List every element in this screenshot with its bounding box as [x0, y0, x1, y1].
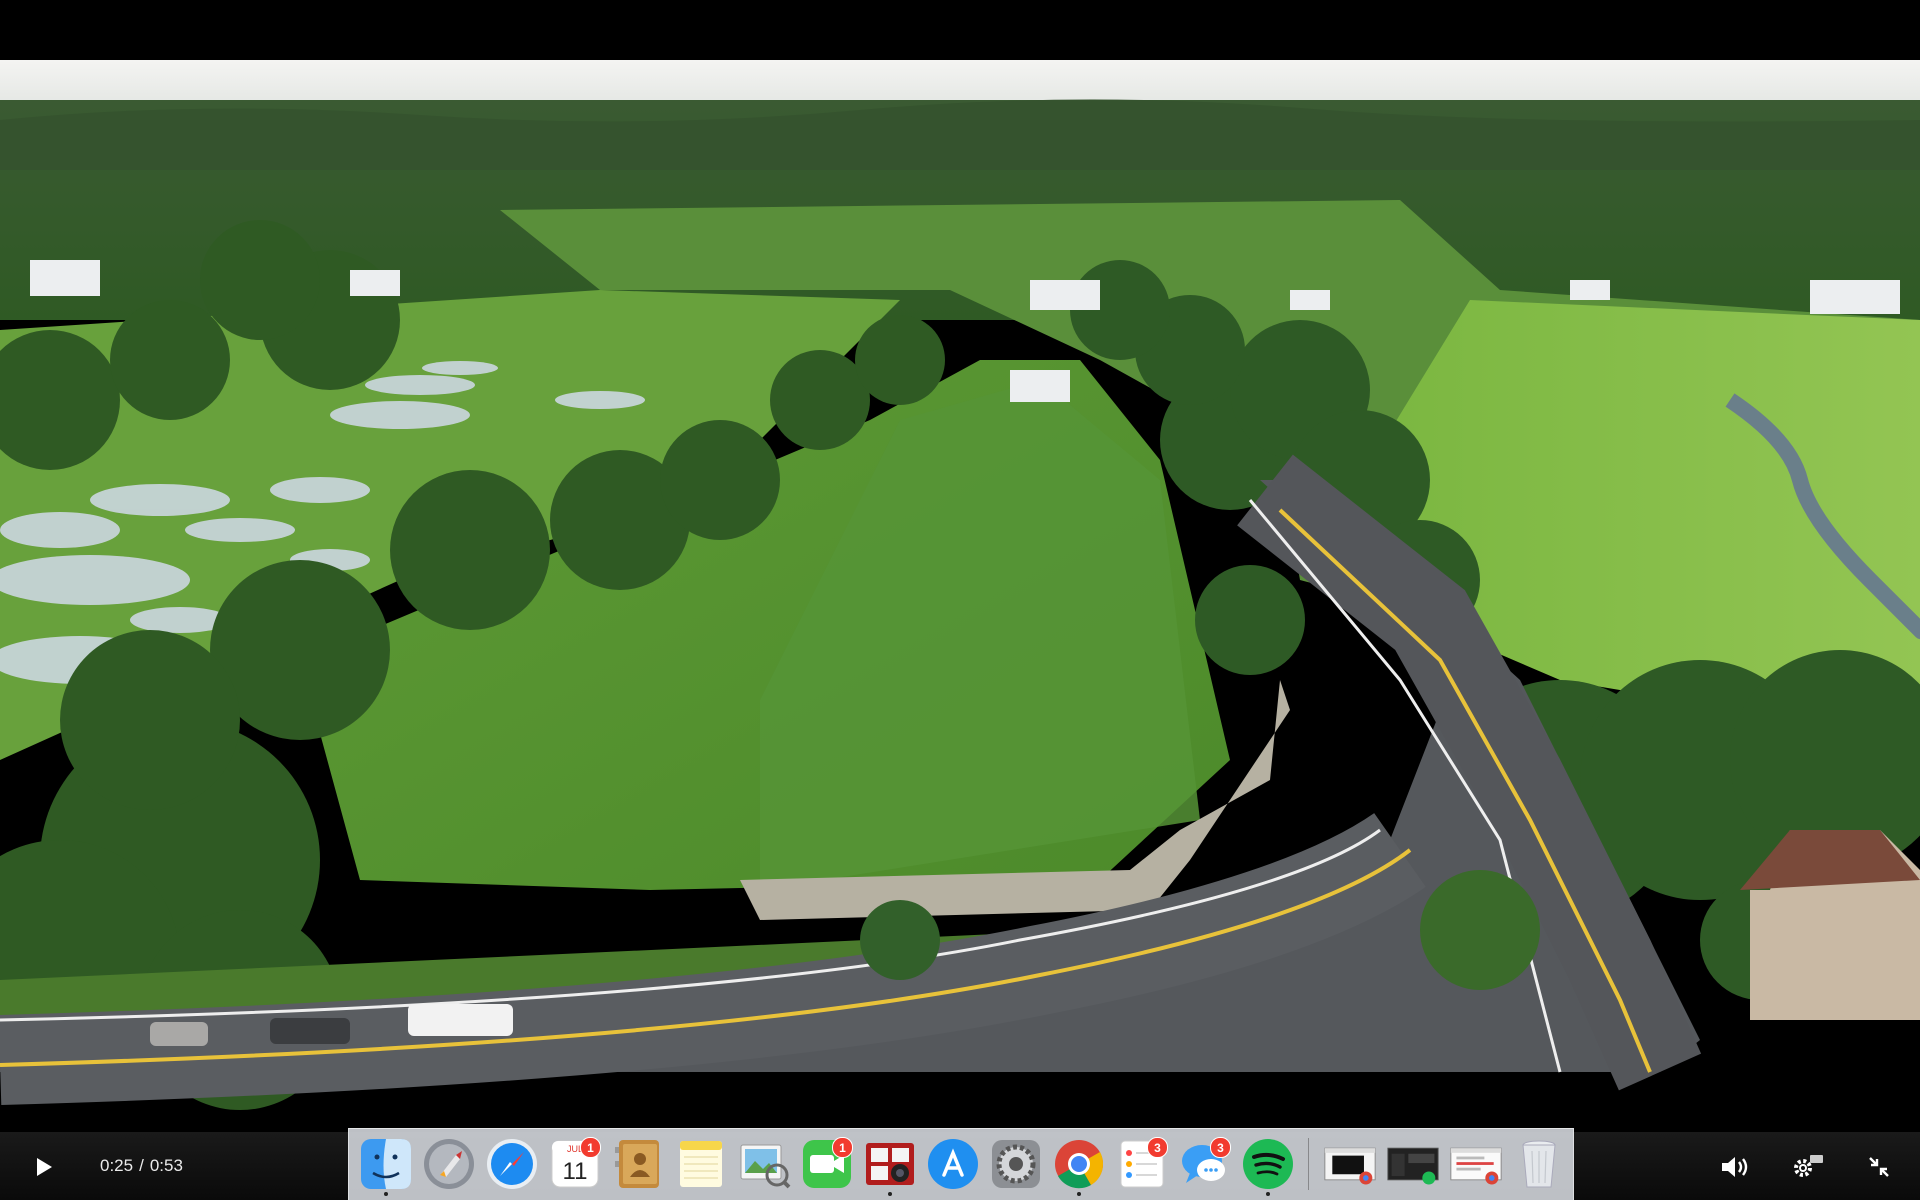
- screen: 0:25 / 0:53 JUL 11 1 1 3 3: [0, 0, 1920, 1200]
- dock-separator: [1308, 1138, 1309, 1190]
- running-indicator: [887, 1192, 892, 1196]
- dock-reminders[interactable]: 3: [1113, 1135, 1170, 1193]
- running-indicator: [1265, 1192, 1270, 1196]
- video-frame[interactable]: [0, 60, 1920, 1132]
- gear-icon: [991, 1140, 1040, 1188]
- dock-contacts[interactable]: [609, 1135, 666, 1193]
- volume-button[interactable]: [1718, 1150, 1752, 1184]
- running-indicator: [383, 1192, 388, 1196]
- duration: 0:53: [149, 1156, 183, 1175]
- trash-icon: [1521, 1140, 1556, 1188]
- dock-finder[interactable]: [357, 1135, 414, 1196]
- dock-photo-booth[interactable]: [861, 1135, 918, 1196]
- safari-icon: [486, 1139, 537, 1189]
- dock-chrome[interactable]: [1050, 1135, 1107, 1196]
- photo-booth-icon: [865, 1143, 914, 1185]
- current-time: 0:25: [100, 1156, 134, 1175]
- messages-badge: 3: [1210, 1137, 1231, 1158]
- dock-facetime[interactable]: 1: [798, 1135, 855, 1193]
- dock-minimized-spotify-window[interactable]: [1384, 1135, 1441, 1193]
- dock-messages[interactable]: 3: [1176, 1135, 1233, 1193]
- running-indicator: [1076, 1192, 1081, 1196]
- dock-spotify[interactable]: [1239, 1135, 1296, 1196]
- notes-icon: [679, 1141, 722, 1187]
- app-store-icon: [927, 1139, 978, 1189]
- contacts-icon: [614, 1140, 659, 1188]
- spotify-icon: [1242, 1139, 1293, 1189]
- dock-app-store[interactable]: [924, 1135, 981, 1193]
- dock-safari[interactable]: [483, 1135, 540, 1193]
- play-icon: [37, 1158, 52, 1176]
- facetime-badge: 1: [832, 1137, 853, 1158]
- calendar-badge: 1: [580, 1137, 601, 1158]
- finder-icon: [360, 1139, 411, 1189]
- chrome-icon: [1054, 1140, 1103, 1189]
- dock-preview[interactable]: [735, 1135, 792, 1193]
- right-controls: [1718, 1150, 1896, 1184]
- dock: JUL 11 1 1 3 3: [348, 1128, 1574, 1200]
- dock-items: JUL 11 1 1 3 3: [357, 1135, 1567, 1196]
- dock-trash[interactable]: [1510, 1135, 1567, 1193]
- fullscreen-button[interactable]: [1862, 1150, 1896, 1184]
- chrome-window-thumbnail-icon: [1449, 1147, 1502, 1185]
- aerial-landscape-image: [0, 60, 1920, 1110]
- exit-fullscreen-icon: [1869, 1157, 1889, 1177]
- dock-launchpad[interactable]: [420, 1135, 477, 1193]
- dock-minimized-chrome-video[interactable]: [1321, 1135, 1378, 1193]
- settings-button[interactable]: [1790, 1150, 1824, 1184]
- time-display: 0:25 / 0:53: [100, 1156, 183, 1176]
- preview-icon: [740, 1144, 790, 1189]
- reminders-badge: 3: [1147, 1137, 1168, 1158]
- calendar-day: 11: [562, 1158, 587, 1185]
- launchpad-icon: [423, 1139, 474, 1189]
- dock-system-preferences[interactable]: [987, 1135, 1044, 1193]
- gear-hd-icon: [1794, 1155, 1823, 1177]
- dock-minimized-chrome-window[interactable]: [1447, 1135, 1504, 1193]
- chrome-window-thumbnail-icon: [1323, 1147, 1376, 1185]
- play-button[interactable]: [24, 1152, 64, 1182]
- volume-icon: [1722, 1157, 1748, 1177]
- time-separator: /: [139, 1156, 144, 1175]
- dock-notes[interactable]: [672, 1135, 729, 1193]
- dock-calendar[interactable]: JUL 11 1: [546, 1135, 603, 1193]
- spotify-window-thumbnail-icon: [1386, 1147, 1439, 1185]
